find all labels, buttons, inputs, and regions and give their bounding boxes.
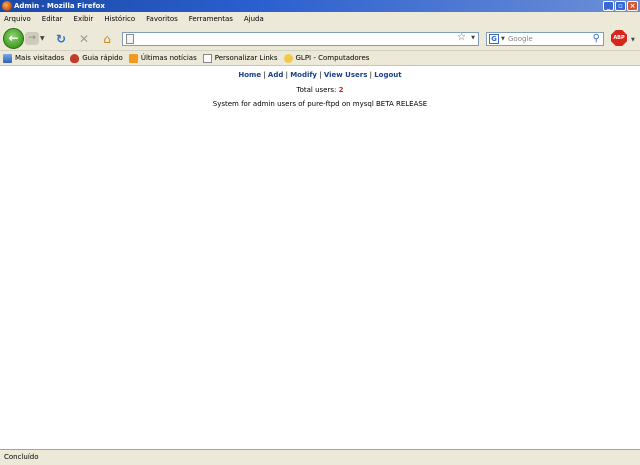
menu-ferramentas[interactable]: Ferramentas [189, 15, 233, 23]
bookmark-guia-rapido[interactable]: Guia rápido [70, 53, 123, 63]
menu-bar: Arquivo Editar Exibir Histórico Favorito… [0, 12, 640, 26]
title-bar: Admin - Mozilla Firefox _ ▫ × [0, 0, 640, 12]
bookmark-label: Personalizar Links [214, 54, 278, 62]
bookmark-ultimas-noticias[interactable]: Últimas notícias [128, 53, 197, 63]
navigation-toolbar: ← → ▼ ↻ ✕ ⌂ ☆ ▼ G ▼ ⚲ ABP ▼ [0, 26, 640, 51]
menu-historico[interactable]: Histórico [104, 15, 135, 23]
view-users-link[interactable]: View Users [324, 71, 368, 79]
page-content: Home | Add | Modify | View Users | Logou… [0, 67, 640, 449]
total-users-count: 2 [338, 86, 344, 94]
adblock-dropdown-icon[interactable]: ▼ [631, 37, 635, 43]
browser-window: Admin - Mozilla Firefox _ ▫ × Arquivo Ed… [0, 0, 640, 465]
add-link[interactable]: Add [268, 71, 283, 79]
system-description: System for admin users of pure-ftpd on m… [212, 100, 428, 108]
separator: | [285, 71, 288, 79]
page-icon [202, 53, 212, 63]
window-title: Admin - Mozilla Firefox [14, 2, 105, 10]
bookmark-label: Últimas notícias [140, 54, 197, 62]
url-dropdown-icon[interactable]: ▼ [471, 35, 475, 41]
admin-nav: Home | Add | Modify | View Users | Logou… [0, 71, 640, 79]
minimize-button[interactable]: _ [603, 1, 614, 11]
maximize-button[interactable]: ▫ [615, 1, 626, 11]
separator: | [319, 71, 322, 79]
stop-icon[interactable]: ✕ [77, 32, 91, 46]
adblock-plus-icon[interactable]: ABP [611, 30, 627, 46]
home-link[interactable]: Home [238, 71, 261, 79]
mais-visitados-icon [3, 53, 12, 63]
logout-link[interactable]: Logout [374, 71, 401, 79]
bookmark-label: Mais visitados [15, 54, 65, 62]
reload-icon[interactable]: ↻ [54, 32, 68, 46]
status-text: Concluído [4, 453, 39, 461]
forward-button[interactable]: → [25, 32, 39, 45]
bookmark-personalizar-links[interactable]: Personalizar Links [202, 53, 278, 63]
close-button[interactable]: × [627, 1, 638, 11]
bookmark-label: GLPI - Computadores [295, 54, 370, 62]
bookmark-label: Guia rápido [82, 54, 123, 62]
guia-rapido-icon [70, 53, 80, 63]
total-users: Total users: 2 [0, 86, 640, 94]
separator: | [369, 71, 372, 79]
rss-icon [128, 53, 138, 63]
home-icon[interactable]: ⌂ [100, 32, 114, 46]
separator: | [263, 71, 266, 79]
glpi-icon [283, 53, 293, 63]
menu-ajuda[interactable]: Ajuda [244, 15, 264, 23]
menu-arquivo[interactable]: Arquivo [4, 15, 31, 23]
menu-exibir[interactable]: Exibir [74, 15, 94, 23]
bookmarks-toolbar: Mais visitados Guia rápido Últimas notíc… [0, 51, 640, 66]
back-button[interactable]: ← [3, 28, 24, 49]
page-icon [126, 34, 134, 44]
bookmark-mais-visitados[interactable]: Mais visitados [3, 53, 65, 63]
engine-dropdown-icon[interactable]: ▼ [501, 36, 505, 42]
modify-link[interactable]: Modify [290, 71, 317, 79]
total-users-label: Total users: [296, 86, 337, 94]
menu-favoritos[interactable]: Favoritos [146, 15, 178, 23]
firefox-logo-icon [2, 1, 12, 11]
search-input[interactable] [508, 34, 586, 44]
window-controls: _ ▫ × [603, 1, 638, 11]
url-bar[interactable]: ☆ ▼ [122, 32, 479, 46]
google-engine-icon[interactable]: G [489, 34, 499, 44]
search-icon[interactable]: ⚲ [593, 33, 600, 44]
menu-editar[interactable]: Editar [42, 15, 63, 23]
history-dropdown-icon[interactable]: ▼ [40, 35, 45, 42]
bookmark-glpi-computadores[interactable]: GLPI - Computadores [283, 53, 370, 63]
status-bar: Concluído [0, 449, 640, 465]
search-bar: G ▼ ⚲ [486, 32, 604, 46]
bookmark-star-icon[interactable]: ☆ [457, 32, 466, 43]
